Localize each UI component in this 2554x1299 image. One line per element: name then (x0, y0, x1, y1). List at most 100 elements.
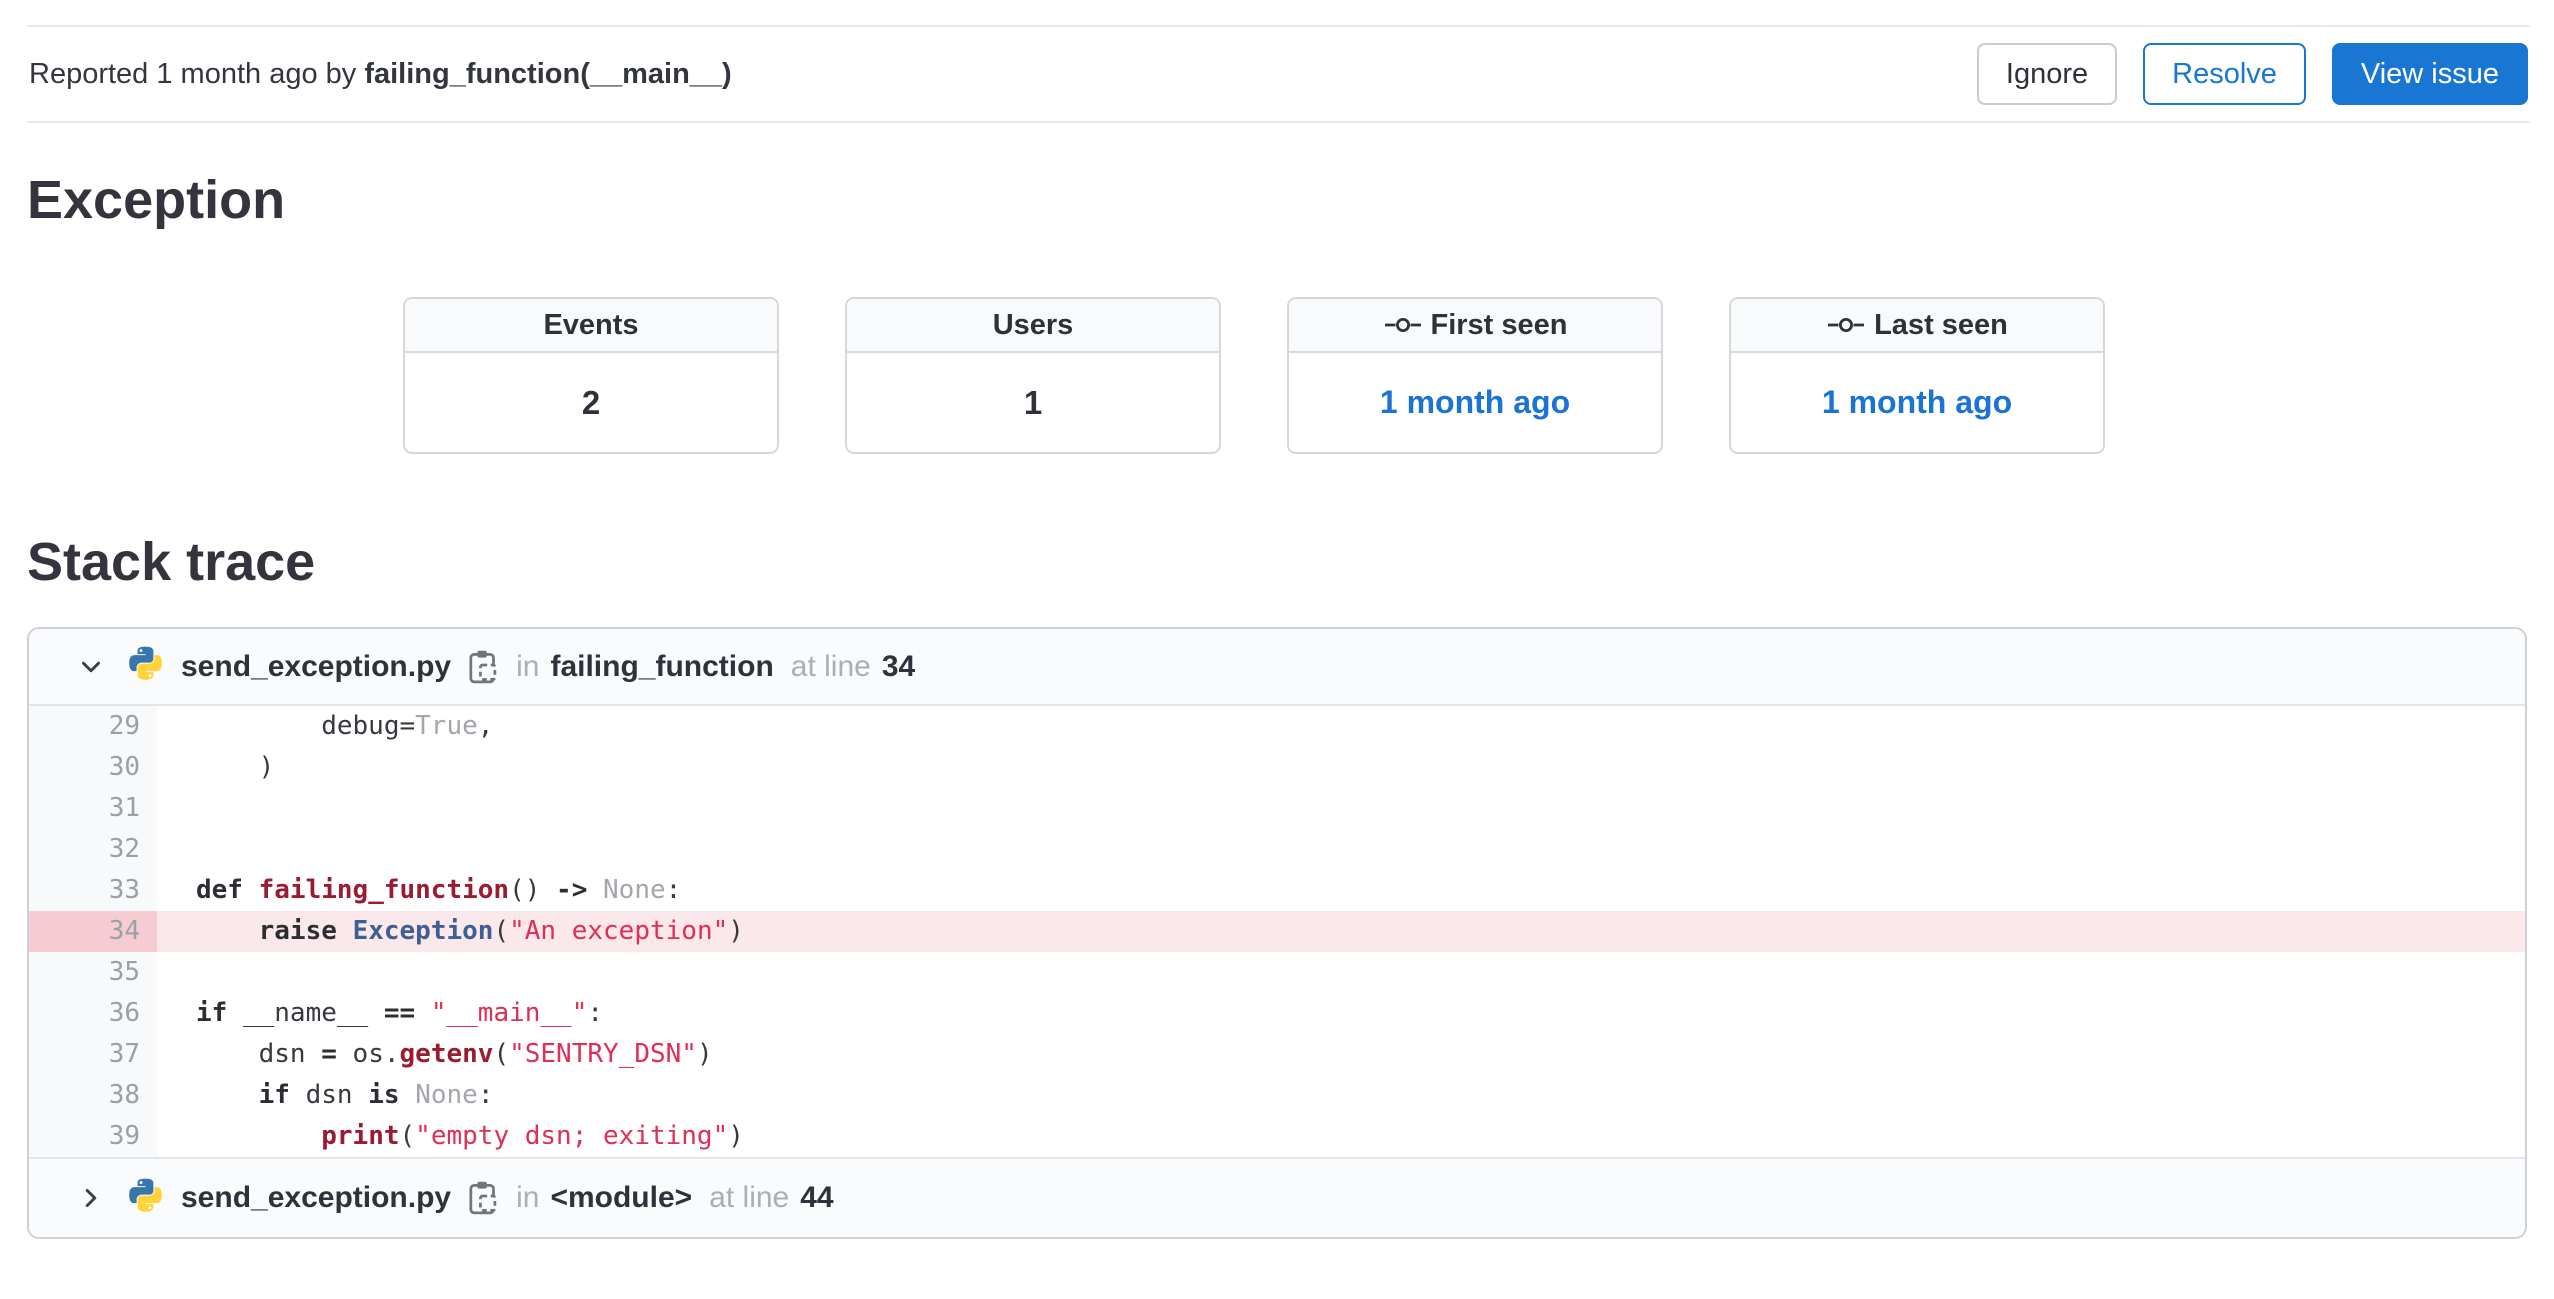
code-token: dsn (196, 1039, 322, 1069)
stat-card-body: 1 (847, 353, 1219, 452)
code-token: , (477, 711, 494, 741)
view-issue-button[interactable]: View issue (2331, 43, 2528, 105)
code-token: ) (696, 1039, 713, 1069)
stack-trace-card: send_exception.py in failing_function at li… (27, 627, 2527, 1239)
code-text: if dsn is None: (157, 1075, 2525, 1116)
code-token: : (477, 1080, 494, 1110)
code-token: ( (493, 916, 510, 946)
frame-filename: send_exception.py (181, 1181, 452, 1214)
stack-frame-header-0[interactable]: send_exception.py in failing_function at li… (29, 629, 2525, 706)
line-number: 29 (29, 706, 157, 747)
 (125, 1178, 166, 1219)
line-number: 35 (29, 952, 157, 993)
line-number: 37 (29, 1034, 157, 1075)
code-token: os. (336, 1039, 400, 1069)
copy-icon[interactable] (466, 1180, 499, 1216)
line-number: 31 (29, 788, 157, 829)
stack-frame-header-1[interactable]: send_exception.py in <module> at line 44 (29, 1157, 2525, 1237)
code-token: ) (196, 752, 275, 782)
line-number: 39 (29, 1116, 157, 1157)
code-line: 36 if __name__ == "__main__": (29, 993, 2525, 1034)
code-text: ) (157, 747, 2525, 788)
reported-prefix: Reported 1 month ago by (29, 57, 365, 90)
stat-card-link[interactable]: 1 month ago (1380, 384, 1570, 421)
python-icon (125, 1178, 166, 1219)
stat-card-header: First seen (1289, 299, 1661, 353)
frame-line-number: 44 (800, 1181, 834, 1214)
code-token: True (415, 711, 478, 741)
line-number: 32 (29, 829, 157, 870)
code-line: 39 print("empty dsn; exiting") (29, 1116, 2525, 1157)
stat-card-link[interactable]: 1 month ago (1822, 384, 2012, 421)
code-token: -> (556, 875, 588, 905)
code-token: raise (258, 916, 337, 946)
commit-icon (1826, 311, 1866, 339)
stat-card-body: 2 (405, 353, 777, 452)
code-token: ( (493, 1039, 510, 1069)
issue-header-bar: Reported 1 month ago by failing_function… (27, 25, 2530, 123)
commit-icon (1383, 311, 1423, 339)
line-number: 33 (29, 870, 157, 911)
[interactable] (466, 649, 499, 685)
code-token: is (368, 1080, 400, 1110)
code-token: "SENTRY_DSN" (509, 1039, 697, 1069)
chevron-right-icon[interactable] (76, 1183, 106, 1213)
code-token: dsn (289, 1080, 369, 1110)
code-token: if (196, 998, 228, 1028)
chevron-down-icon[interactable] (76, 652, 106, 682)
code-token: () (509, 875, 557, 905)
code-line: 38 if dsn is None: (29, 1075, 2525, 1116)
line-number: 36 (29, 993, 157, 1034)
stack-trace-title: Stack trace (27, 532, 316, 592)
ignore-button[interactable]: Ignore (1976, 43, 2118, 105)
 (76, 1183, 106, 1213)
code-text: def failing_function() -> None: (157, 870, 2525, 911)
code-line: 29 debug=True, (29, 706, 2525, 747)
frame-at-line-label: at line (790, 649, 871, 683)
stat-card-events: Events 2 (403, 297, 779, 454)
code-text: if __name__ == "__main__": (157, 993, 2525, 1034)
code-token: ) (728, 916, 744, 946)
frame-at-line-label: at line (709, 1181, 790, 1214)
stats-row: Events 2 Users 1 First seen 1 month ago Last s… (403, 297, 2554, 454)
code-token: "__main__" (430, 998, 588, 1028)
code-line: 30 ) (29, 747, 2525, 788)
code-token: debug= (196, 711, 416, 741)
frame-function: failing_function (550, 649, 774, 683)
stat-card-label: Events (543, 308, 639, 341)
code-text: debug=True, (157, 706, 2525, 747)
code-area: 29 debug=True, 30 ) 31 32 33 def failing_func… (29, 706, 2525, 1157)
python-icon (125, 646, 166, 687)
[interactable] (466, 1180, 499, 1216)
code-line: 33 def failing_function() -> None: (29, 870, 2525, 911)
code-token: None (415, 1080, 478, 1110)
frame-function: <module> (550, 1181, 693, 1214)
 (76, 652, 106, 682)
code-line: 35 (29, 952, 2525, 993)
stat-card-body: 1 month ago (1731, 353, 2103, 452)
frame-in-label: in (516, 1181, 540, 1214)
copy-icon[interactable] (466, 649, 499, 685)
 (125, 646, 166, 687)
code-line-highlighted: 34 raise Exception("An exception") (29, 911, 2525, 952)
code-token: : (665, 875, 682, 905)
code-token: : (587, 998, 604, 1028)
stat-card-value: 2 (581, 383, 601, 421)
stat-card-label: First seen (1430, 308, 1568, 341)
frame-line-number: 34 (881, 649, 916, 683)
code-token: ) (728, 1121, 744, 1151)
code-token: __name__ (227, 998, 384, 1028)
code-token: "An exception" (509, 916, 729, 946)
line-number: 38 (29, 1075, 157, 1116)
resolve-button[interactable]: Resolve (2143, 43, 2306, 105)
